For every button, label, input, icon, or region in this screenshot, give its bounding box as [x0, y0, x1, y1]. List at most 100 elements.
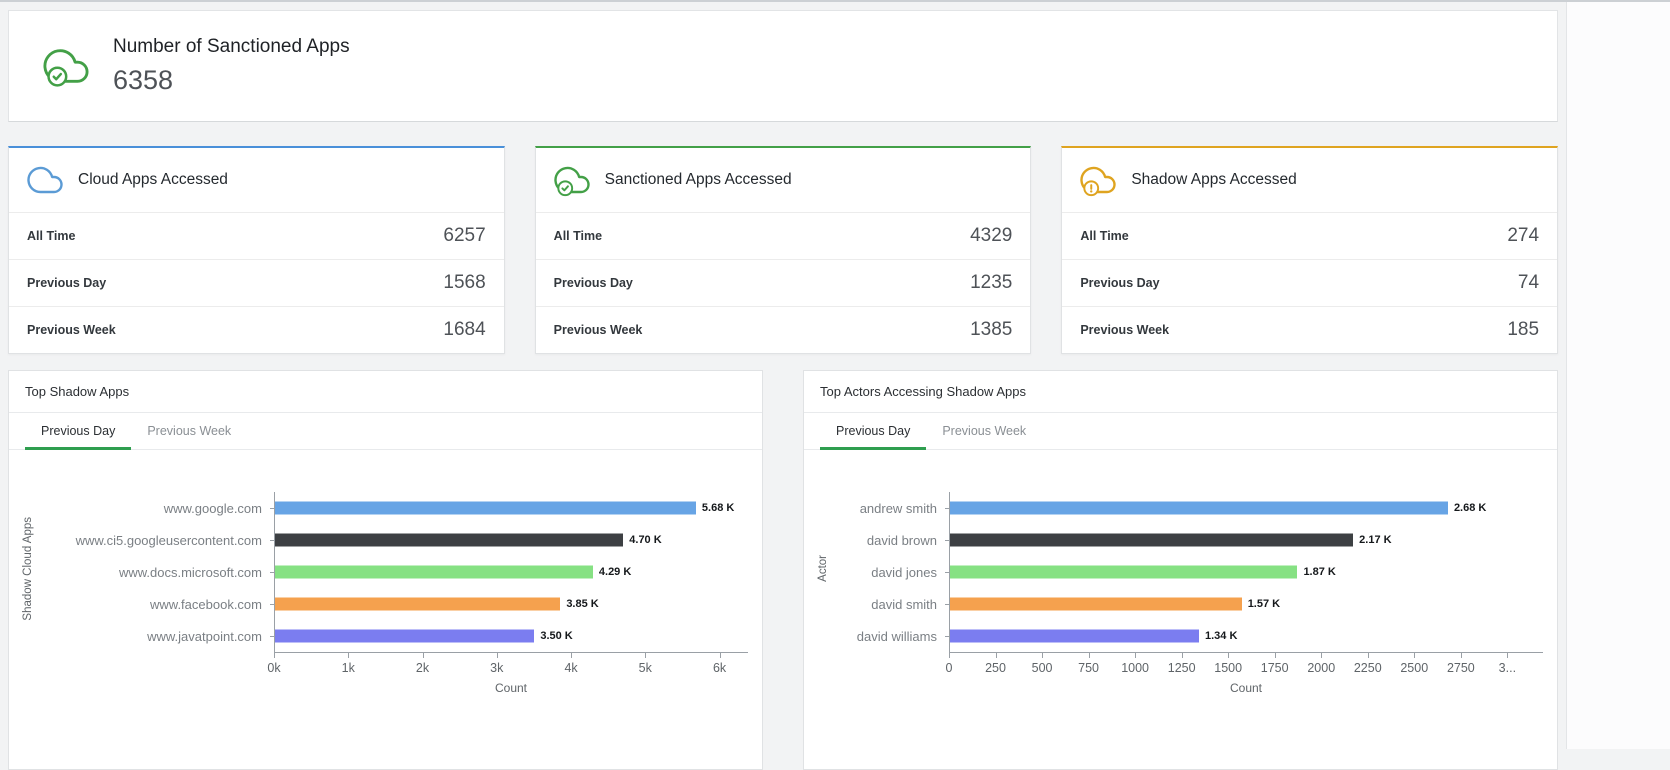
x-axis-tick [1321, 653, 1322, 658]
bar-value-label: 1.57 K [1248, 598, 1280, 610]
bar-value-label: 2.68 K [1454, 502, 1486, 514]
x-axis-tick [423, 653, 424, 658]
y-axis-tick [945, 572, 950, 573]
bar-row: 2.17 K [950, 524, 1543, 556]
bar-value-label: 4.29 K [599, 566, 631, 578]
y-axis-tick [945, 540, 950, 541]
x-axis-tick [1135, 653, 1136, 658]
y-axis-tick [270, 636, 275, 637]
stat-value: 1235 [970, 272, 1012, 294]
x-axis-tick [1228, 653, 1229, 658]
stat-row-all-time: All Time 6257 [9, 212, 504, 259]
bar-value-label: 1.34 K [1205, 630, 1237, 642]
tab-previous-week[interactable]: Previous Week [131, 413, 247, 449]
stat-label: All Time [554, 229, 602, 243]
bar[interactable] [275, 630, 534, 643]
x-axis-tick [996, 653, 997, 658]
x-axis: 0k1k2k3k4k5k6k [274, 653, 748, 681]
banner-title: Number of Sanctioned Apps [113, 36, 350, 58]
x-tick-label: 2750 [1447, 661, 1475, 675]
top-shadow-apps-chart: Shadow Cloud Appswww.google.comwww.ci5.g… [9, 450, 762, 711]
stat-row-all-time: All Time 4329 [536, 212, 1031, 259]
x-axis: 0250500750100012501500175020002250250027… [949, 653, 1543, 681]
x-axis-tick [1461, 653, 1462, 658]
x-axis-tick [348, 653, 349, 658]
tab-previous-day[interactable]: Previous Day [820, 413, 926, 450]
x-tick-label: 3k [490, 661, 503, 675]
stat-value: 1568 [443, 272, 485, 294]
y-axis-tick [270, 604, 275, 605]
bar-value-label: 5.68 K [702, 502, 734, 514]
sanctioned-apps-banner: Number of Sanctioned Apps 6358 [8, 10, 1558, 122]
bar[interactable] [950, 598, 1242, 611]
bar-row: 4.70 K [275, 524, 748, 556]
x-tick-label: 750 [1078, 661, 1099, 675]
bar-value-label: 3.85 K [566, 598, 598, 610]
bar-row: 1.87 K [950, 556, 1543, 588]
x-axis-tick [645, 653, 646, 658]
card-title: Shadow Apps Accessed [1131, 171, 1296, 189]
bar-value-label: 1.87 K [1303, 566, 1335, 578]
x-tick-label: 1250 [1168, 661, 1196, 675]
category-label: david jones [834, 556, 949, 588]
x-tick-label: 6k [713, 661, 726, 675]
y-axis-tick [945, 508, 950, 509]
stat-row-previous-day: Previous Day 1568 [9, 259, 504, 306]
category-label: www.javatpoint.com [39, 620, 274, 652]
bar[interactable] [950, 566, 1297, 579]
x-tick-label: 500 [1032, 661, 1053, 675]
x-tick-label: 2500 [1400, 661, 1428, 675]
banner-value: 6358 [113, 65, 350, 96]
card-cloud-apps-accessed: Cloud Apps Accessed All Time 6257 Previo… [8, 146, 505, 354]
category-label: www.google.com [39, 492, 274, 524]
x-tick-label: 1000 [1121, 661, 1149, 675]
x-axis-tick [1507, 653, 1508, 658]
stat-row-previous-week: Previous Week 1385 [536, 306, 1031, 353]
bar[interactable] [275, 502, 696, 515]
bar-value-label: 3.50 K [540, 630, 572, 642]
bar[interactable] [275, 598, 560, 611]
card-shadow-apps-accessed: Shadow Apps Accessed All Time 274 Previo… [1061, 146, 1558, 354]
cloud-check-icon [554, 162, 590, 198]
panel-top-shadow-apps: Top Shadow Apps Previous Day Previous We… [8, 370, 763, 770]
bar[interactable] [950, 630, 1199, 643]
tab-previous-week[interactable]: Previous Week [926, 413, 1042, 449]
stat-label: Previous Day [1080, 276, 1159, 290]
panel-top-actors-accessing-shadow-apps: Top Actors Accessing Shadow Apps Previou… [803, 370, 1558, 770]
x-axis-tick [571, 653, 572, 658]
y-axis-tick [270, 572, 275, 573]
bar[interactable] [950, 534, 1353, 547]
dashboard-content: Number of Sanctioned Apps 6358 Cloud App… [0, 2, 1566, 749]
x-tick-label: 0k [267, 661, 280, 675]
y-axis-tick [270, 508, 275, 509]
stat-label: Previous Day [27, 276, 106, 290]
y-axis-title: Shadow Cloud Apps [17, 492, 39, 703]
stat-value: 274 [1507, 225, 1539, 247]
y-axis-tick [945, 604, 950, 605]
x-axis-tick [497, 653, 498, 658]
x-tick-label: 2k [416, 661, 429, 675]
bar[interactable] [275, 534, 623, 547]
stat-row-previous-day: Previous Day 74 [1062, 259, 1557, 306]
bar[interactable] [950, 502, 1448, 515]
x-tick-label: 1k [342, 661, 355, 675]
x-tick-label: 4k [564, 661, 577, 675]
y-axis-tick [945, 636, 950, 637]
x-axis-tick [274, 653, 275, 658]
stat-row-previous-day: Previous Day 1235 [536, 259, 1031, 306]
x-tick-label: 5k [639, 661, 652, 675]
stat-value: 4329 [970, 225, 1012, 247]
bar[interactable] [275, 566, 593, 579]
category-label: www.docs.microsoft.com [39, 556, 274, 588]
category-label: david brown [834, 524, 949, 556]
right-gutter [1566, 2, 1670, 749]
stat-label: All Time [1080, 229, 1128, 243]
x-axis-tick [1368, 653, 1369, 658]
x-axis-title: Count [949, 681, 1543, 703]
stat-value: 1684 [443, 319, 485, 341]
card-header: Sanctioned Apps Accessed [536, 148, 1031, 212]
banner-text: Number of Sanctioned Apps 6358 [113, 36, 350, 96]
x-axis-tick [1275, 653, 1276, 658]
tab-previous-day[interactable]: Previous Day [25, 413, 131, 450]
x-tick-label: 1500 [1214, 661, 1242, 675]
